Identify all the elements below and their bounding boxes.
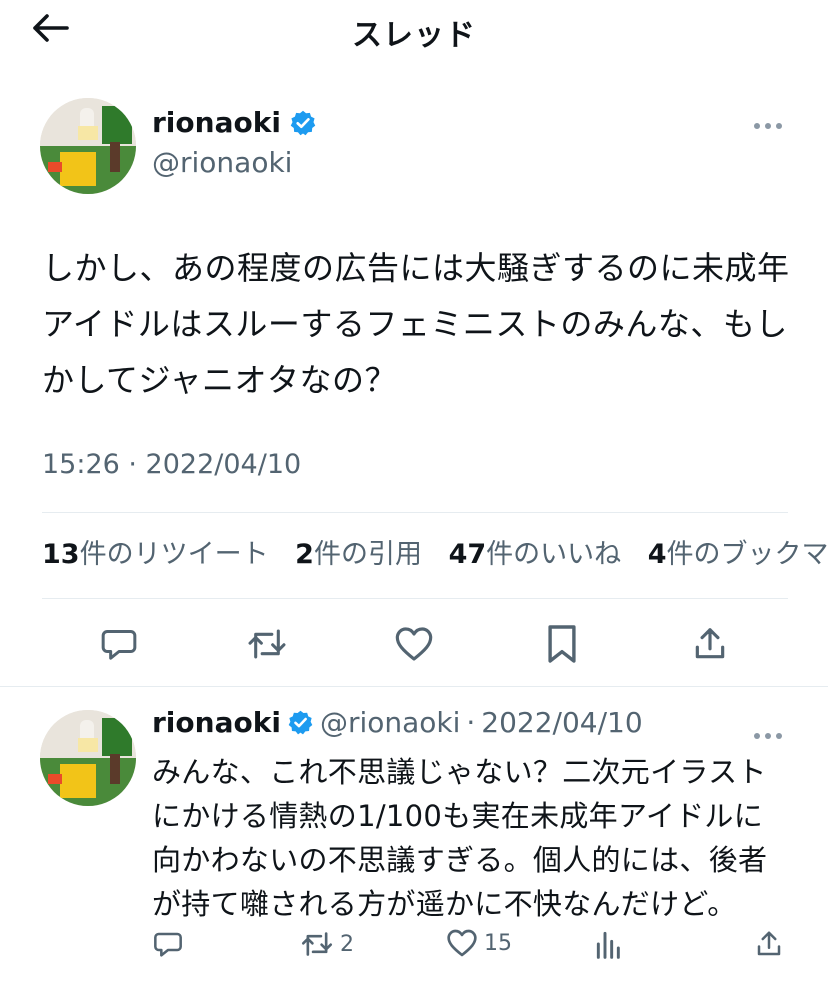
avatar-image — [40, 710, 136, 806]
reply-retweet-button[interactable]: 2 — [300, 928, 354, 960]
quote-count-stat[interactable]: 2件の引用 — [295, 532, 422, 571]
retweet-icon — [301, 932, 333, 956]
avatar[interactable] — [40, 98, 136, 194]
retweet-count-stat[interactable]: 13件のリツイート — [42, 532, 269, 571]
page-title: スレッド — [352, 18, 476, 53]
share-icon — [757, 931, 781, 956]
bookmark-count-stat[interactable]: 4件のブックマーク — [648, 532, 828, 571]
top-bar: スレッド — [0, 0, 828, 60]
like-button[interactable] — [390, 620, 438, 668]
author-name: rionaoki — [152, 106, 281, 139]
heart-icon — [447, 929, 477, 957]
reply-button[interactable] — [95, 620, 143, 668]
reply-author-handle: @rionaoki — [319, 706, 461, 739]
share-button[interactable] — [686, 620, 734, 668]
heart-icon — [395, 627, 433, 661]
reply-date: 2022/04/10 — [481, 706, 643, 739]
reply-text: みんな、これ不思議じゃない？二次元イラストにかける情熱の1/100も実在未成年ア… — [152, 755, 768, 921]
reply-action-bar: 2 15 — [152, 928, 792, 968]
reply-like-button[interactable]: 15 — [446, 928, 512, 958]
engagement-stats: 13件のリツイート 2件の引用 47件のいいね 4件のブックマーク — [42, 532, 828, 578]
more-dots-icon — [754, 733, 782, 739]
reply-like-count: 15 — [484, 930, 512, 956]
tweet-text: しかし、あの程度の広告には大騒ぎするのに未成年アイドルはスルーするフェミニストの… — [42, 249, 790, 399]
reply-more-options-button[interactable] — [752, 718, 784, 748]
author-name-row[interactable]: rionaoki — [152, 106, 317, 139]
divider — [42, 598, 788, 599]
more-options-button[interactable] — [752, 108, 784, 138]
bookmark-icon — [548, 625, 576, 663]
reply-icon — [101, 630, 137, 660]
reply-analytics-button[interactable] — [594, 928, 624, 960]
retweet-button[interactable] — [243, 620, 291, 668]
analytics-icon — [596, 931, 620, 959]
more-dots-icon — [754, 123, 782, 129]
bookmark-button[interactable] — [538, 620, 586, 668]
like-count-stat[interactable]: 47件のいいね — [449, 532, 622, 571]
author-handle[interactable]: @rionaoki — [152, 146, 292, 179]
share-icon — [695, 628, 725, 659]
divider — [42, 512, 788, 513]
tweet-timestamp[interactable]: 15:26 · 2022/04/10 — [42, 449, 301, 480]
verified-badge-icon — [288, 710, 313, 735]
reply-date-separator: · — [466, 706, 476, 739]
reply-reply-button[interactable] — [152, 928, 184, 960]
reply-icon — [154, 932, 182, 957]
reply-author-line[interactable]: rionaoki @rionaoki · 2022/04/10 — [152, 706, 643, 739]
reply-retweet-count: 2 — [340, 931, 354, 957]
avatar-image — [40, 98, 136, 194]
divider — [0, 686, 828, 687]
reply-share-button[interactable] — [754, 928, 784, 960]
retweet-icon — [248, 629, 286, 659]
verified-badge-icon — [290, 110, 316, 135]
reply-avatar[interactable] — [40, 710, 136, 806]
reply-author-name: rionaoki — [152, 706, 281, 739]
